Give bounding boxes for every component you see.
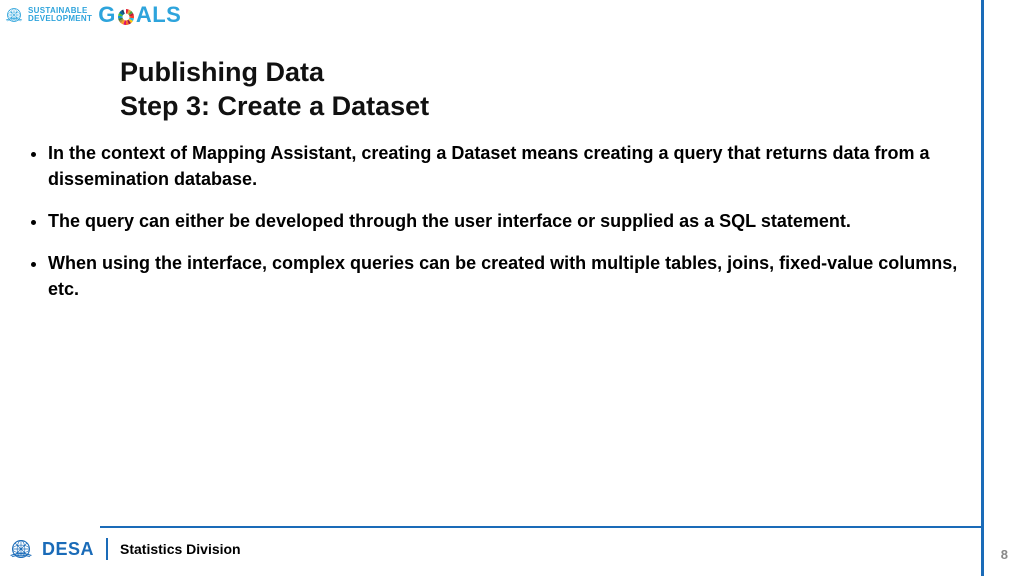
title-line-1: Publishing Data [120,56,429,90]
un-emblem-icon [4,5,24,25]
bullet-item: In the context of Mapping Assistant, cre… [48,140,964,192]
page-number: 8 [1001,547,1008,562]
decorative-footer-line [100,526,984,528]
footer-divider [106,538,108,560]
slide: SUSTAINABLE DEVELOPMENT G [0,0,1024,576]
sdg-text: SUSTAINABLE DEVELOPMENT [28,7,92,23]
body-content: In the context of Mapping Assistant, cre… [28,140,964,318]
sdg-logo: SUSTAINABLE DEVELOPMENT G [4,2,181,28]
bullet-item: The query can either be developed throug… [48,208,964,234]
title-line-2: Step 3: Create a Dataset [120,90,429,124]
goals-text: G [98,2,181,28]
desa-label: DESA [42,539,94,560]
sdg-text-bottom: DEVELOPMENT [28,15,92,23]
footer-division: Statistics Division [120,541,241,557]
goals-suffix: ALS [136,2,182,28]
goals-logo: G [98,2,181,28]
bullet-list: In the context of Mapping Assistant, cre… [28,140,964,302]
decorative-right-line [981,0,984,576]
footer: DESA Statistics Division [8,536,241,562]
title-block: Publishing Data Step 3: Create a Dataset [120,56,429,124]
un-emblem-icon [8,536,34,562]
goals-prefix: G [98,2,116,28]
bullet-item: When using the interface, complex querie… [48,250,964,302]
sdg-wheel-icon [117,6,135,24]
